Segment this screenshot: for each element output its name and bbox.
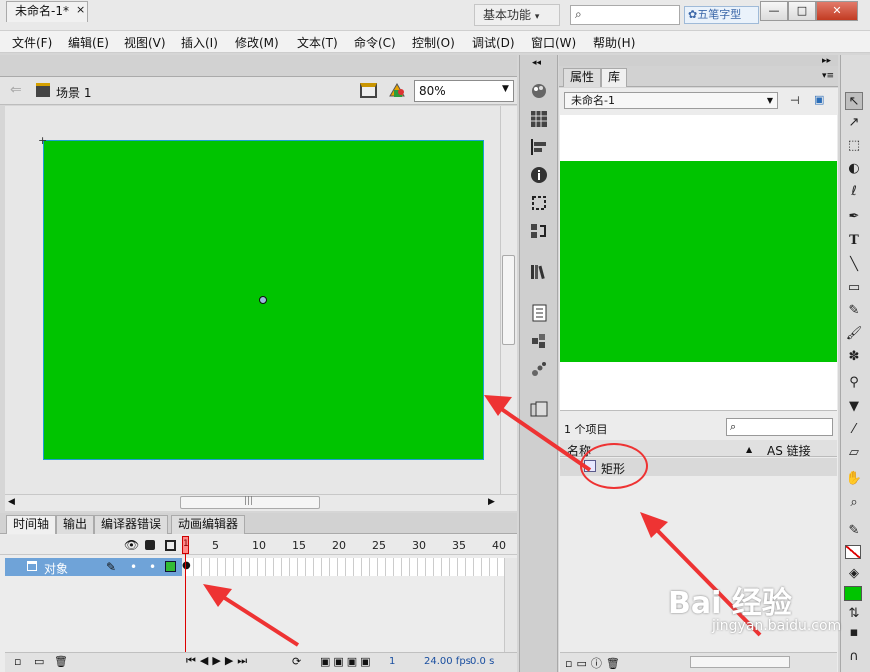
watermark-url: jingyan.baidu.com [712,618,842,634]
annotation-arrows [203,395,762,647]
watermark: Bai 经验 [668,586,792,621]
